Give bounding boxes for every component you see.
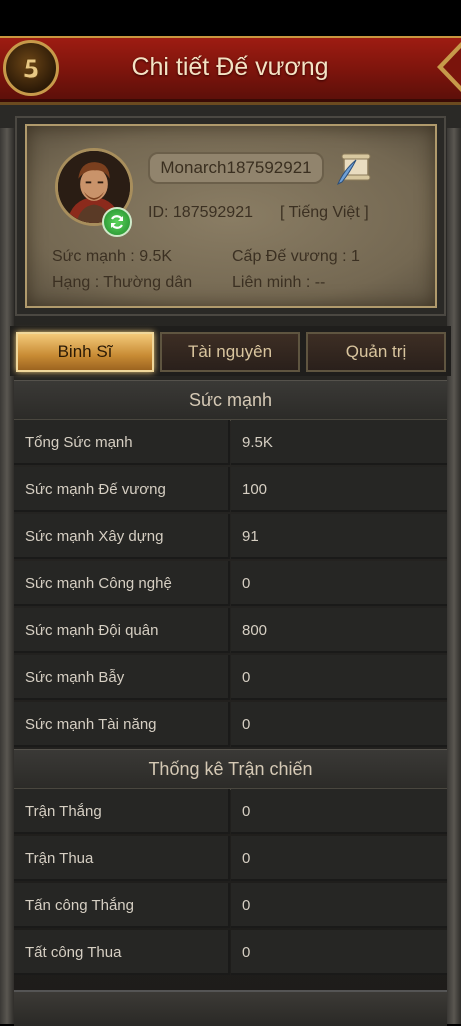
table-row: Sức mạnh Bẫy 0 [14,655,447,700]
section-header-battle-stats: Thống kê Trận chiến [14,749,447,790]
row-value: 0 [231,789,447,834]
player-name: Monarch187592921 [148,152,324,184]
page-title: Chi tiết Đế vương [131,53,329,81]
row-value: 0 [231,883,447,928]
sync-button[interactable] [102,207,132,237]
rank-stat: Hạng : Thường dân [52,274,193,291]
table-row: Trận Thắng 0 [14,789,447,834]
monarch-level-stat: Cấp Đế vương : 1 [232,248,360,265]
row-value: 91 [231,514,447,559]
row-value: 0 [231,836,447,881]
scroll-quill-icon[interactable] [334,150,374,188]
bottom-frame [14,990,447,1026]
tab-resources[interactable]: Tài nguyên [160,332,300,372]
tab-management[interactable]: Quản trị [306,332,446,372]
frame-left-border [0,128,14,1024]
row-label: Sức mạnh Bẫy [14,655,230,700]
table-row: Tổng Sức mạnh 9.5K [14,420,447,465]
row-label: Sức mạnh Xây dựng [14,514,230,559]
table-row: Sức mạnh Công nghệ 0 [14,561,447,606]
table-row: Sức mạnh Tài năng 0 [14,702,447,747]
row-value: 0 [231,930,447,975]
back-button[interactable] [3,40,59,96]
row-value: 0 [231,702,447,747]
section-header-power: Sức mạnh [14,380,447,421]
id-label: ID: [148,204,169,221]
row-value: 800 [231,608,447,653]
row-label: Trận Thắng [14,789,230,834]
tab-soldiers[interactable]: Binh Sĩ [16,332,154,372]
row-label: Sức mạnh Đế vương [14,467,230,512]
row-value: 0 [231,655,447,700]
row-label: Sức mạnh Công nghệ [14,561,230,606]
row-label: Tất công Thua [14,930,230,975]
language-label: [ Tiếng Việt ] [280,204,369,221]
header-ornament-icon [437,42,461,92]
row-label: Tấn công Thắng [14,883,230,928]
id-value: 187592921 [172,204,253,221]
table-row: Sức mạnh Đế vương 100 [14,467,447,512]
row-value: 100 [231,467,447,512]
row-value: 0 [231,561,447,606]
status-bar [0,0,461,36]
table-row: Sức mạnh Xây dựng 91 [14,514,447,559]
row-label: Tổng Sức mạnh [14,420,230,465]
frame-right-border [447,128,461,1024]
back-arrow-icon [23,58,39,79]
table-row: Tấn công Thắng 0 [14,883,447,928]
table-row: Sức mạnh Đội quân 800 [14,608,447,653]
table-row: Trận Thua 0 [14,836,447,881]
alliance-stat: Liên minh : -- [232,274,326,291]
row-label: Trận Thua [14,836,230,881]
power-stat: Sức mạnh : 9.5K [52,248,173,265]
row-label: Sức mạnh Tài năng [14,702,230,747]
sync-icon [110,215,124,229]
player-id: ID: 187592921 [148,204,253,222]
table-row: Tất công Thua 0 [14,930,447,975]
row-value: 9.5K [231,420,447,465]
row-label: Sức mạnh Đội quân [14,608,230,653]
